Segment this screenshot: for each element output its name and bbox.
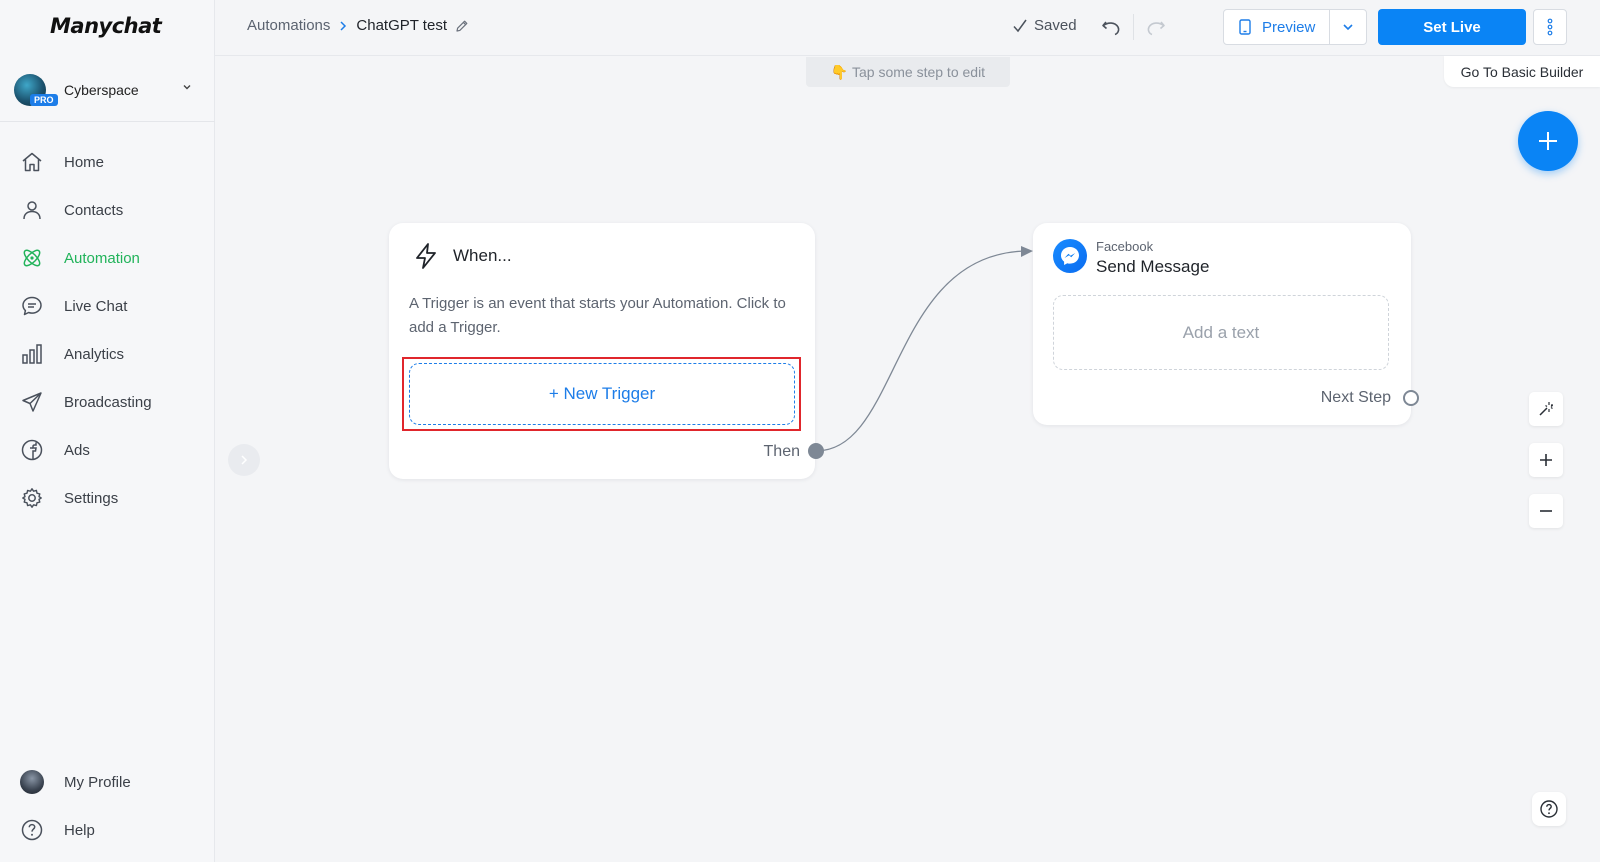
add-step-button[interactable]: [1518, 111, 1578, 171]
trigger-card-title: When...: [453, 246, 512, 265]
gear-icon: [22, 488, 42, 508]
preview-dropdown-button[interactable]: [1330, 10, 1366, 44]
lightning-icon: [416, 243, 436, 269]
sidebar-item-contacts[interactable]: Contacts: [0, 186, 215, 234]
breadcrumb-automations-link[interactable]: Automations: [247, 17, 330, 34]
send-icon: [22, 392, 42, 412]
save-status-label: Saved: [1034, 17, 1077, 34]
magic-wand-button[interactable]: [1529, 392, 1563, 426]
plus-icon: [1540, 454, 1552, 466]
zoom-out-button[interactable]: [1529, 494, 1563, 528]
more-options-button[interactable]: [1533, 9, 1567, 45]
breadcrumb: Automations ChatGPT test: [247, 17, 469, 34]
minus-icon: [1540, 510, 1552, 512]
sidebar-item-label: My Profile: [64, 773, 131, 791]
redo-icon[interactable]: [1145, 16, 1167, 38]
sidebar-item-analytics[interactable]: Analytics: [0, 330, 215, 378]
help-icon: [1540, 800, 1558, 818]
workspace-name: Cyberspace: [64, 82, 139, 98]
pencil-icon[interactable]: [455, 19, 469, 33]
next-step-connector-handle[interactable]: [1403, 390, 1419, 406]
home-icon: [22, 152, 42, 172]
then-label: Then: [763, 443, 800, 460]
new-trigger-button[interactable]: + New Trigger: [409, 363, 795, 425]
sidebar-item-settings[interactable]: Settings: [0, 474, 215, 522]
send-message-title: Send Message: [1096, 257, 1210, 276]
sidebar-item-ads[interactable]: Ads: [0, 426, 215, 474]
automation-icon: [23, 249, 41, 267]
channel-label: Facebook: [1096, 239, 1154, 254]
pro-badge: PRO: [30, 94, 58, 106]
sidebar-item-label: Settings: [64, 489, 119, 507]
help-icon: [21, 819, 43, 841]
trigger-card-header: When...: [411, 241, 512, 271]
automation-name: ChatGPT test: [356, 17, 447, 34]
workspace-switcher[interactable]: PRO Cyberspace: [14, 72, 204, 108]
zoom-in-button[interactable]: [1529, 443, 1563, 477]
plus-icon: [1539, 132, 1557, 150]
chat-bubble-icon: [22, 296, 42, 316]
manychat-logo[interactable]: Manychat: [50, 14, 162, 38]
sidebar-item-my-profile[interactable]: My Profile: [0, 758, 215, 806]
top-bar: Automations ChatGPT test Saved Preview S…: [215, 0, 1600, 56]
then-connector-handle[interactable]: [808, 443, 824, 459]
set-live-button[interactable]: Set Live: [1378, 9, 1526, 45]
user-icon: [23, 201, 41, 220]
chevron-down-icon: [1343, 24, 1353, 31]
header-divider: [1133, 14, 1134, 40]
messenger-icon: [1053, 239, 1087, 273]
trigger-card[interactable]: When... A Trigger is an event that start…: [389, 223, 824, 479]
sidebar-item-broadcasting[interactable]: Broadcasting: [0, 378, 215, 426]
sidebar-item-label: Home: [64, 153, 105, 171]
preview-label: Preview: [1262, 18, 1316, 36]
avatar: [20, 770, 44, 794]
sidebar-item-label: Help: [64, 821, 95, 839]
preview-button-group: Preview: [1223, 9, 1368, 45]
sidebar-divider: [0, 121, 215, 122]
sidebar-item-home[interactable]: Home: [0, 138, 215, 186]
go-to-basic-builder-button[interactable]: Go To Basic Builder: [1444, 56, 1600, 87]
sidebar-item-label: Analytics: [64, 345, 125, 363]
send-message-card[interactable]: Facebook Send Message Add a text Next St…: [1033, 223, 1419, 425]
sidebar-item-label: Automation: [64, 249, 140, 267]
sidebar-item-label: Live Chat: [64, 297, 128, 315]
sidebar-item-automation[interactable]: Automation: [0, 234, 215, 282]
bottom-nav: My Profile Help: [0, 758, 215, 854]
chevron-right-icon: [241, 455, 248, 465]
main-nav: Home Contacts Automation Live Chat Analy…: [0, 138, 215, 522]
help-button[interactable]: [1532, 792, 1566, 826]
bar-chart-icon: [22, 344, 42, 364]
canvas-hint: 👇 Tap some step to edit: [806, 57, 1010, 87]
phone-icon: [1239, 19, 1251, 35]
magic-wand-icon: [1539, 402, 1553, 416]
sidebar-item-label: Broadcasting: [64, 393, 152, 411]
sidebar-item-label: Contacts: [64, 201, 124, 219]
add-text-placeholder[interactable]: Add a text: [1053, 295, 1389, 370]
undo-icon[interactable]: [1100, 16, 1122, 38]
sidebar: Manychat PRO Cyberspace Home Contacts Au…: [0, 0, 215, 862]
sidebar-item-label: Ads: [64, 441, 90, 459]
facebook-icon: [21, 439, 43, 461]
next-step-label: Next Step: [1320, 389, 1391, 406]
chevron-right-icon: [340, 20, 347, 31]
sidebar-item-help[interactable]: Help: [0, 806, 215, 854]
check-icon: [1013, 19, 1027, 32]
preview-button[interactable]: Preview: [1224, 10, 1331, 44]
chevron-down-icon: [183, 85, 191, 90]
more-vertical-icon: [1547, 18, 1553, 36]
sidebar-item-live-chat[interactable]: Live Chat: [0, 282, 215, 330]
trigger-card-description: A Trigger is an event that starts your A…: [409, 295, 786, 336]
workspace-avatar: PRO: [14, 74, 58, 106]
save-status: Saved: [1012, 17, 1077, 34]
expand-sidebar-button[interactable]: [228, 444, 260, 476]
